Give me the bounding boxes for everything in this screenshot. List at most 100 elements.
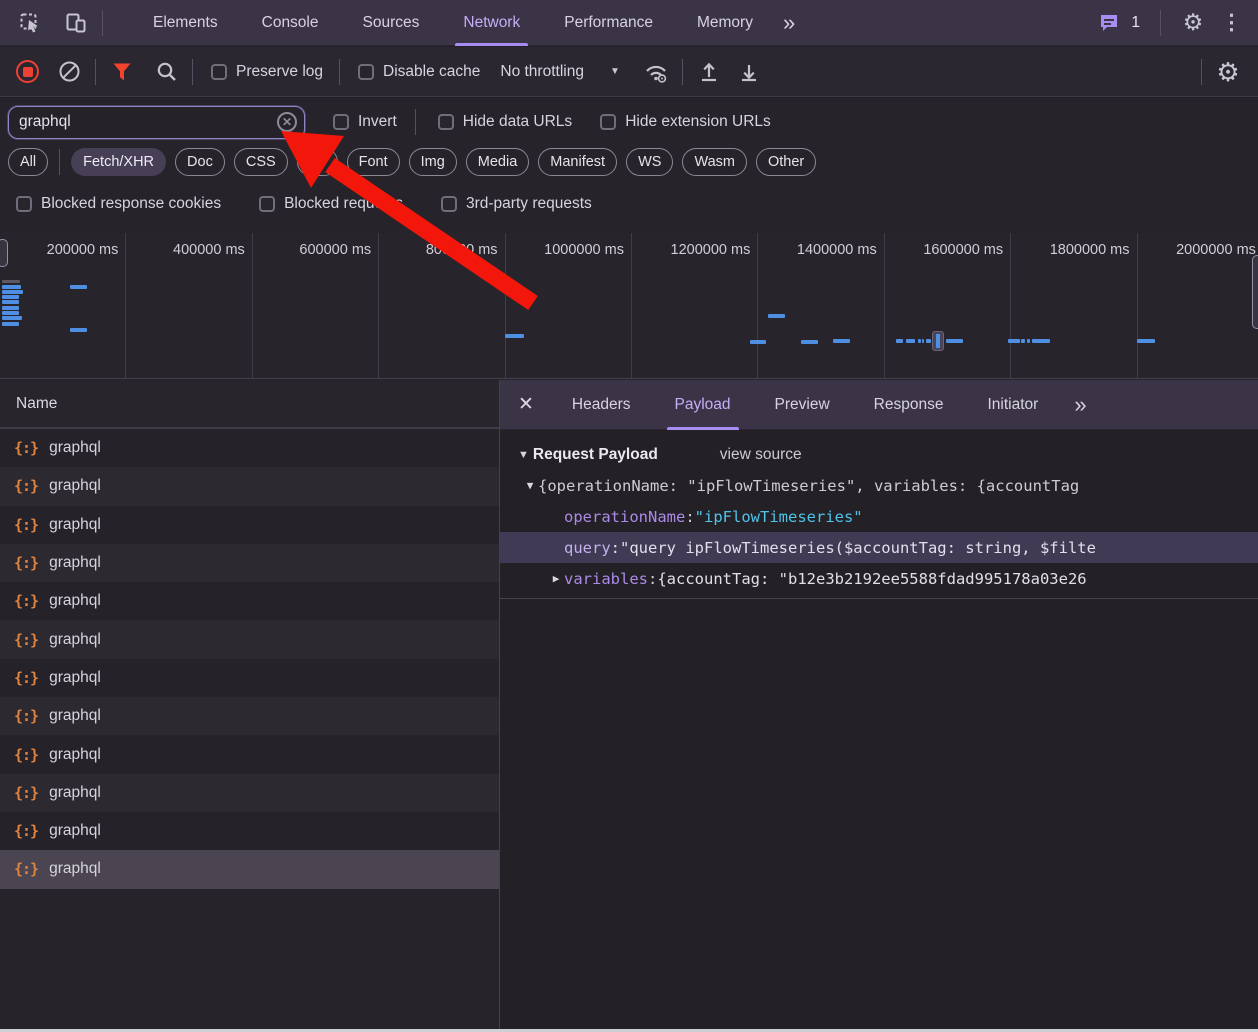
request-type-chip[interactable]: Other bbox=[756, 148, 817, 176]
preserve-log-checkbox[interactable] bbox=[211, 63, 227, 80]
panel-tab[interactable]: Sources bbox=[355, 0, 428, 46]
overview-left-handle[interactable] bbox=[0, 239, 8, 267]
blocked-response-cookies-checkbox[interactable] bbox=[16, 196, 32, 212]
details-tab[interactable]: Headers bbox=[564, 380, 639, 430]
request-row[interactable]: {:} graphql bbox=[0, 429, 499, 468]
timeline-column: 1800000 ms bbox=[1011, 233, 1138, 378]
hide-data-urls-checkbox[interactable] bbox=[437, 114, 454, 130]
device-toolbar-icon[interactable] bbox=[60, 7, 92, 39]
blocked-requests-checkbox[interactable] bbox=[259, 196, 276, 212]
request-row[interactable]: {:} graphql bbox=[0, 697, 499, 736]
request-type-chip[interactable]: WS bbox=[626, 148, 674, 176]
request-name: graphql bbox=[49, 822, 101, 840]
request-payload-title: Request Payload bbox=[532, 446, 658, 463]
divider bbox=[339, 58, 341, 85]
details-tab[interactable]: Initiator bbox=[979, 380, 1046, 430]
request-row[interactable]: {:} graphql bbox=[0, 620, 499, 659]
disable-cache-checkbox[interactable] bbox=[358, 63, 375, 80]
network-settings-gear-icon[interactable]: ⚙ bbox=[1212, 56, 1244, 88]
hide-extension-urls-checkbox[interactable] bbox=[600, 114, 617, 130]
inspect-element-icon[interactable] bbox=[14, 7, 46, 39]
request-type-chip[interactable]: CSS bbox=[233, 148, 288, 176]
request-row[interactable]: {:} graphql bbox=[0, 850, 499, 889]
operation-name-row[interactable]: operationName: "ipFlowTimeseries" bbox=[500, 501, 1258, 532]
request-row[interactable]: {:} graphql bbox=[0, 658, 499, 698]
json-string-value: "ipFlowTimeseries" bbox=[694, 507, 863, 526]
fetch-xhr-icon: {:} bbox=[14, 630, 39, 649]
invert-checkbox[interactable] bbox=[333, 114, 349, 130]
chip-all[interactable]: All bbox=[8, 148, 49, 176]
payload-tree: ▼ {operationName: "ipFlowTimeseries", va… bbox=[500, 470, 1258, 599]
details-tab[interactable]: Payload bbox=[666, 380, 739, 430]
variables-row[interactable]: ▶ variables: {accountTag: "b12e3b2192ee5… bbox=[500, 563, 1258, 594]
details-more-tabs-icon[interactable]: » bbox=[1066, 392, 1092, 418]
request-row[interactable]: {:} graphql bbox=[0, 773, 499, 812]
request-type-chip[interactable]: Font bbox=[346, 148, 400, 176]
request-row[interactable]: {:} graphql bbox=[0, 467, 499, 506]
name-column-header[interactable]: Name bbox=[0, 380, 499, 429]
details-tab[interactable]: Response bbox=[866, 380, 952, 430]
timeline-column: 1400000 ms bbox=[758, 233, 885, 378]
details-tab-label: Headers bbox=[571, 395, 631, 413]
third-party-requests-checkbox[interactable] bbox=[440, 196, 457, 212]
clear-filter-icon[interactable]: ✕ bbox=[277, 112, 297, 132]
search-icon[interactable] bbox=[150, 56, 182, 88]
expanded-arrow-icon[interactable]: ▼ bbox=[522, 479, 538, 492]
timeline-column: 600000 ms bbox=[253, 233, 380, 378]
chevron-down-icon: ▼ bbox=[609, 66, 620, 77]
request-type-chip[interactable]: Wasm bbox=[682, 148, 747, 176]
panel-tab[interactable]: Console bbox=[254, 0, 327, 46]
request-row[interactable]: {:} graphql bbox=[0, 543, 499, 583]
request-row[interactable]: {:} graphql bbox=[0, 811, 499, 851]
fetch-xhr-icon: {:} bbox=[14, 783, 39, 802]
collapsed-arrow-icon[interactable]: ▶ bbox=[548, 572, 564, 585]
request-type-chip[interactable]: Manifest bbox=[538, 148, 618, 176]
export-har-icon[interactable] bbox=[733, 56, 765, 88]
more-tabs-icon[interactable]: » bbox=[775, 0, 801, 46]
panel-tab[interactable]: Memory bbox=[689, 0, 761, 46]
timeline-column: 400000 ms bbox=[126, 233, 253, 378]
record-button[interactable] bbox=[16, 60, 39, 83]
panel-tab[interactable]: Network bbox=[455, 0, 529, 46]
request-row[interactable]: {:} graphql bbox=[0, 582, 499, 621]
request-row[interactable]: {:} graphql bbox=[0, 505, 499, 544]
panel-tab[interactable]: Elements bbox=[145, 0, 226, 46]
request-type-chip[interactable]: Fetch/XHR bbox=[71, 148, 167, 176]
overview-right-handle[interactable] bbox=[1252, 255, 1258, 329]
request-type-chip[interactable]: JS bbox=[296, 148, 338, 176]
import-har-icon[interactable] bbox=[693, 56, 725, 88]
chip-label: Fetch/XHR bbox=[83, 154, 155, 170]
waterfall-bar bbox=[2, 322, 19, 326]
timeline-column: 800000 ms bbox=[379, 233, 506, 378]
request-type-chip[interactable]: Img bbox=[408, 148, 457, 176]
filter-icon[interactable] bbox=[106, 56, 138, 88]
filter-input[interactable]: graphql ✕ bbox=[8, 105, 305, 139]
waterfall-bar bbox=[2, 280, 20, 283]
request-name: graphql bbox=[49, 860, 101, 878]
details-tab[interactable]: Preview bbox=[767, 380, 838, 430]
waterfall-bar bbox=[505, 334, 524, 338]
chip-label: Media bbox=[477, 154, 518, 170]
waterfall-bar bbox=[918, 339, 921, 343]
view-source-link[interactable]: view source bbox=[720, 446, 802, 464]
details-tab-label: Initiator bbox=[987, 395, 1039, 413]
request-row[interactable]: {:} graphql bbox=[0, 735, 499, 774]
issues-icon[interactable] bbox=[1093, 7, 1125, 39]
network-overview-timeline[interactable]: 200000 ms 400000 ms 600000 ms 800000 ms … bbox=[0, 233, 1258, 379]
clear-button[interactable] bbox=[53, 56, 85, 88]
close-icon[interactable]: ✕ bbox=[500, 393, 550, 416]
waterfall-bar bbox=[768, 314, 785, 318]
waterfall-bar bbox=[70, 328, 87, 332]
panel-tab[interactable]: Performance bbox=[556, 0, 661, 46]
request-type-chip[interactable]: Media bbox=[465, 148, 530, 176]
timeline-column: 1000000 ms bbox=[506, 233, 632, 378]
collapse-triangle-icon[interactable]: ▼ bbox=[518, 449, 529, 461]
network-conditions-icon[interactable] bbox=[640, 56, 672, 88]
payload-root-row[interactable]: ▼ {operationName: "ipFlowTimeseries", va… bbox=[500, 470, 1258, 501]
settings-gear-icon[interactable]: ⚙ bbox=[1177, 7, 1209, 39]
kebab-menu-icon[interactable]: ⋮ bbox=[1215, 12, 1248, 33]
query-row[interactable]: query: "query ipFlowTimeseries($accountT… bbox=[500, 532, 1258, 563]
request-type-chip[interactable]: Doc bbox=[175, 148, 225, 176]
waterfall-bar bbox=[896, 339, 903, 343]
throttling-select[interactable]: No throttling ▼ bbox=[500, 63, 619, 81]
